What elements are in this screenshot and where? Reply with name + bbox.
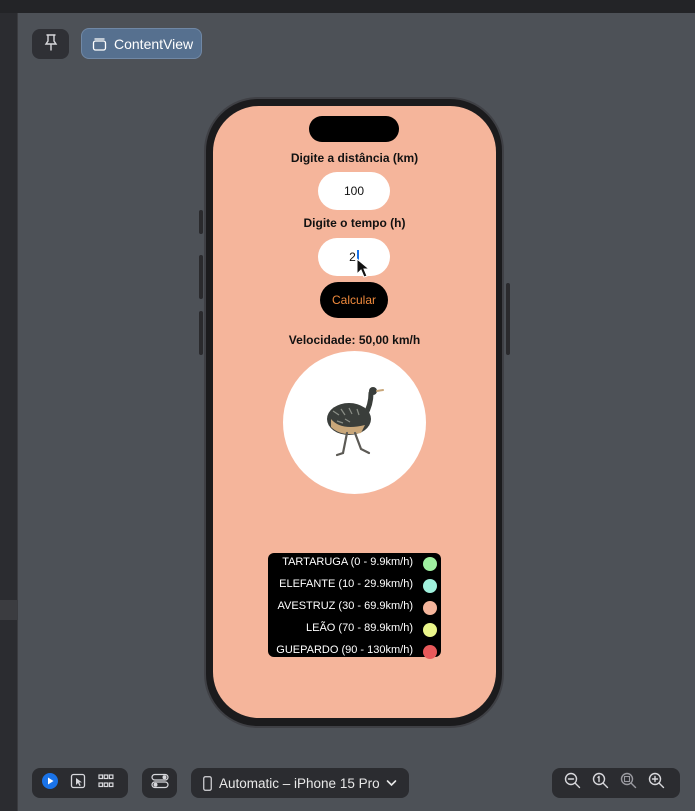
pin-icon	[43, 33, 59, 56]
power-button	[506, 283, 510, 355]
legend-label: TARTARUGA (0 - 9.9km/h)	[282, 556, 413, 568]
legend-label: GUEPARDO (90 - 130km/h)	[276, 644, 413, 656]
settings-toggle-icon	[150, 773, 169, 794]
legend-row: GUEPARDO (90 - 130km/h)	[268, 641, 441, 663]
zoom-out-button[interactable]	[558, 768, 586, 798]
zoom-out-icon	[564, 772, 581, 794]
legend-label: AVESTRUZ (30 - 69.9km/h)	[277, 600, 414, 612]
zoom-controls	[552, 768, 680, 798]
device-label: Automatic – iPhone 15 Pro	[219, 775, 380, 791]
variants-button[interactable]	[92, 768, 120, 798]
legend-color-dot	[423, 645, 437, 659]
device-settings-button[interactable]	[142, 768, 177, 798]
device-selector[interactable]: Automatic – iPhone 15 Pro	[191, 768, 409, 798]
distance-label: Digite a distância (km)	[290, 151, 419, 165]
animal-image-circle	[283, 351, 426, 494]
legend-label: ELEFANTE (10 - 29.9km/h)	[279, 578, 413, 590]
time-value: 2	[349, 250, 356, 264]
zoom-in-icon	[648, 772, 665, 794]
volume-down-button	[199, 311, 203, 355]
preview-mode-group	[32, 768, 128, 798]
calculate-button[interactable]: Calcular	[320, 282, 388, 318]
legend-color-dot	[423, 601, 437, 615]
legend-row: ELEFANTE (10 - 29.9km/h)	[268, 575, 441, 597]
legend-row: AVESTRUZ (30 - 69.9km/h)	[268, 597, 441, 619]
iphone-icon	[203, 775, 212, 791]
legend-color-dot	[423, 579, 437, 593]
zoom-actual-size-button[interactable]	[586, 768, 614, 798]
pin-preview-button[interactable]	[32, 29, 69, 59]
chevron-down-icon	[386, 779, 397, 787]
zoom-fit-icon	[620, 772, 637, 794]
grid-icon	[98, 773, 114, 794]
legend-label: LEÃO (70 - 89.9km/h)	[306, 622, 413, 634]
selectable-mode-button[interactable]	[64, 768, 92, 798]
velocity-result: Velocidade: 50,00 km/h	[288, 333, 421, 347]
zoom-in-button[interactable]	[642, 768, 670, 798]
live-preview-button[interactable]	[36, 768, 64, 798]
mouse-pointer-icon	[356, 257, 371, 283]
volume-up-button	[199, 255, 203, 299]
distance-input[interactable]: 100	[318, 172, 390, 210]
zoom-to-fit-button[interactable]	[614, 768, 642, 798]
emu-illustration	[327, 387, 384, 457]
preview-content-view-button[interactable]: ContentView	[81, 28, 202, 59]
zoom-actual-icon	[592, 772, 609, 794]
time-input[interactable]: 2	[318, 238, 390, 276]
play-icon	[41, 772, 59, 795]
selected-row-edge	[0, 600, 17, 620]
speed-legend: TARTARUGA (0 - 9.9km/h) ELEFANTE (10 - 2…	[268, 553, 441, 659]
legend-row: LEÃO (70 - 89.9km/h)	[268, 619, 441, 641]
legend-row: TARTARUGA (0 - 9.9km/h)	[268, 553, 441, 575]
distance-value: 100	[343, 184, 365, 198]
time-label: Digite o tempo (h)	[303, 216, 406, 230]
action-button	[199, 210, 203, 234]
window-top-strip	[0, 0, 695, 13]
dynamic-island	[309, 116, 399, 142]
stack-icon	[92, 37, 107, 51]
legend-color-dot	[423, 557, 437, 571]
preview-button-label: ContentView	[114, 35, 194, 52]
legend-color-dot	[423, 623, 437, 637]
select-icon	[70, 773, 86, 794]
left-sidebar-edge	[0, 13, 18, 811]
calculate-label: Calcular	[331, 293, 376, 307]
app-screen: Digite a distância (km) 100 Digite o tem…	[213, 106, 496, 718]
